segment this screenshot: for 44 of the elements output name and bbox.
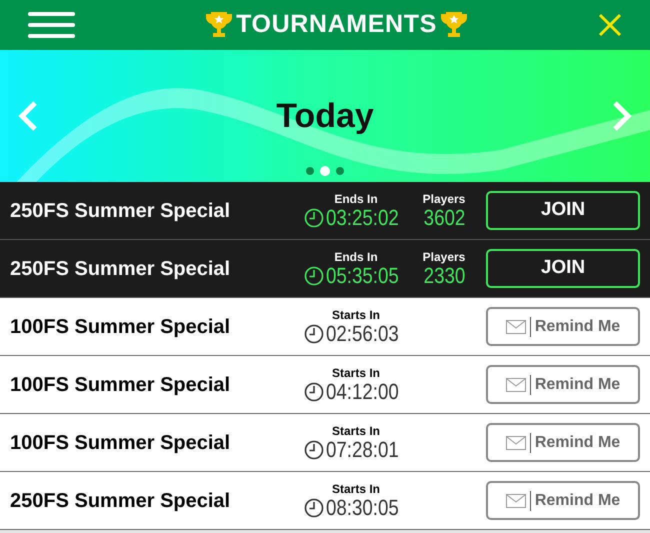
countdown: 02:56:03 (326, 322, 399, 346)
join-button[interactable]: JOIN (486, 191, 640, 230)
countdown: 07:28:01 (326, 438, 399, 462)
tournament-name: 250FS Summer Special (9, 198, 232, 224)
tournament-name: 100FS Summer Special (9, 372, 232, 398)
clock-icon (304, 208, 324, 228)
clock-icon (304, 498, 324, 518)
remind-me-button[interactable]: Remind Me (486, 365, 640, 404)
remind-me-button[interactable]: Remind Me (486, 307, 640, 346)
envelope-icon (506, 320, 526, 334)
trophy-icon (440, 11, 468, 39)
time-label: Starts In (330, 424, 380, 438)
menu-icon[interactable] (28, 12, 75, 38)
time-label: Starts In (330, 308, 380, 322)
countdown: 05:35:05 (326, 264, 399, 288)
envelope-icon (506, 378, 526, 392)
envelope-icon (506, 494, 526, 508)
tournament-name: 100FS Summer Special (9, 314, 232, 340)
countdown: 04:12:00 (326, 380, 399, 404)
clock-icon (304, 324, 324, 344)
countdown: 08:30:05 (326, 496, 399, 520)
time-label: Starts In (330, 366, 380, 380)
tournament-name: 250FS Summer Special (9, 256, 232, 282)
tournament-name: 250FS Summer Special (9, 488, 232, 514)
time-label: Starts In (330, 482, 380, 496)
close-icon[interactable] (598, 13, 622, 37)
banner-title: Today (276, 96, 374, 136)
join-button[interactable]: JOIN (486, 249, 640, 288)
clock-icon (304, 440, 324, 460)
remind-me-button[interactable]: Remind Me (486, 481, 640, 520)
time-label: Ends In (333, 250, 378, 264)
tournament-name: 100FS Summer Special (9, 430, 232, 456)
players-label: Players (422, 250, 466, 264)
remind-me-button[interactable]: Remind Me (486, 423, 640, 462)
clock-icon (304, 382, 324, 402)
header-title: TOURNAMENTS (236, 9, 437, 40)
envelope-icon (506, 436, 526, 450)
countdown: 03:25:02 (326, 206, 399, 230)
trophy-icon (205, 11, 234, 39)
clock-icon (304, 266, 324, 286)
player-count: 2330 (423, 264, 465, 288)
players-label: Players (422, 192, 466, 206)
player-count: 3602 (423, 206, 465, 230)
time-label: Ends In (333, 192, 378, 206)
